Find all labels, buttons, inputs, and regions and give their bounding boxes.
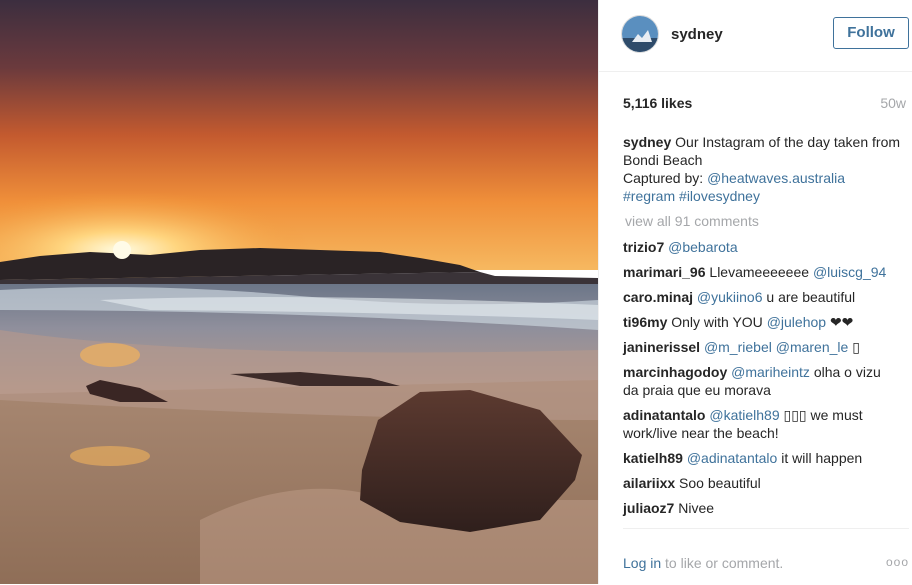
post-sidebar: sydney Follow 5,116 likes 50w sydney Our… [598, 0, 912, 584]
login-link[interactable]: Log in [623, 555, 661, 571]
comment-username[interactable]: ti96my [623, 314, 667, 330]
hashtag-ilovesydney[interactable]: #ilovesydney [679, 188, 760, 204]
comment-username[interactable]: adinatantalo [623, 407, 705, 423]
comment-item: katielh89 @adinatantalo it will happen [623, 449, 912, 467]
comment-mention[interactable]: @yukiino6 [697, 289, 763, 305]
caption-credit: Captured by: [623, 170, 708, 186]
comment-item: janinerissel @m_riebel @maren_le ▯ [623, 338, 912, 356]
likes-count[interactable]: 5,116 likes [623, 95, 692, 111]
comment-username[interactable]: trizio7 [623, 239, 664, 255]
caption-username[interactable]: sydney [623, 134, 671, 150]
post-age[interactable]: 50w [880, 95, 906, 111]
comment-mention[interactable]: @m_riebel [704, 339, 772, 355]
view-all-comments-link[interactable]: view all 91 comments [625, 213, 759, 229]
comment-text: Llevameeeeeee [705, 264, 813, 280]
post-footer: Log in to like or comment. ooo [623, 528, 909, 585]
comment-mention[interactable]: @maren_le [776, 339, 849, 355]
comment-text: ❤❤ [826, 314, 854, 330]
comment-mention[interactable]: @katielh89 [709, 407, 779, 423]
comment-username[interactable]: ailariixx [623, 475, 675, 491]
comment-username[interactable]: juliaoz7 [623, 500, 674, 516]
caption-mention[interactable]: @heatwaves.australia [707, 170, 845, 186]
ellipsis-icon[interactable]: ooo [886, 555, 909, 569]
comment-mention[interactable]: @mariheintz [731, 364, 810, 380]
post-caption: sydney Our Instagram of the day taken fr… [623, 133, 905, 205]
comment-item: ailariixx Soo beautiful [623, 474, 912, 492]
comment-item: trizio7 @bebarota [623, 238, 912, 256]
comment-item: marcinhagodoy @mariheintz olha o vizu da… [623, 363, 893, 399]
comment-username[interactable]: marimari_96 [623, 264, 706, 280]
comment-text: Soo beautiful [675, 475, 761, 491]
hashtag-regram[interactable]: #regram [623, 188, 675, 204]
follow-button[interactable]: Follow [833, 17, 909, 49]
comments-list: trizio7 @bebarota marimari_96 Llevameeee… [623, 238, 912, 524]
post-header: sydney Follow [599, 0, 912, 72]
comment-mention[interactable]: @luiscg_94 [813, 264, 886, 280]
post-author-username[interactable]: sydney [671, 26, 723, 43]
comment-username[interactable]: katielh89 [623, 450, 683, 466]
comment-username[interactable]: marcinhagodoy [623, 364, 727, 380]
comment-mention[interactable]: @julehop [767, 314, 826, 330]
post-photo[interactable] [0, 0, 598, 584]
comment-item: caro.minaj @yukiino6 u are beautiful [623, 288, 912, 306]
comment-mention[interactable]: @bebarota [668, 239, 737, 255]
comment-item: marimari_96 Llevameeeeeee @luiscg_94 [623, 263, 912, 281]
comment-text: Nivee [674, 500, 715, 516]
bondi-beach-sunset-image [0, 0, 598, 584]
comment-mention[interactable]: @adinatantalo [687, 450, 778, 466]
comment-username[interactable]: janinerissel [623, 339, 700, 355]
avatar-image [622, 16, 658, 52]
login-prompt-text: to like or comment. [661, 555, 784, 571]
comment-text: u are beautiful [762, 289, 856, 305]
comment-text: it will happen [777, 450, 863, 466]
comment-text: ▯ [848, 339, 860, 355]
comment-text: Only with YOU [667, 314, 767, 330]
avatar[interactable] [621, 15, 659, 53]
comment-item: juliaoz7 Nivee [623, 499, 912, 517]
login-prompt: Log in to like or comment. [623, 555, 783, 571]
comment-username[interactable]: caro.minaj [623, 289, 693, 305]
comment-item: ti96my Only with YOU @julehop ❤❤ [623, 313, 912, 331]
comment-item: adinatantalo @katielh89 ▯▯▯ we must work… [623, 406, 893, 442]
